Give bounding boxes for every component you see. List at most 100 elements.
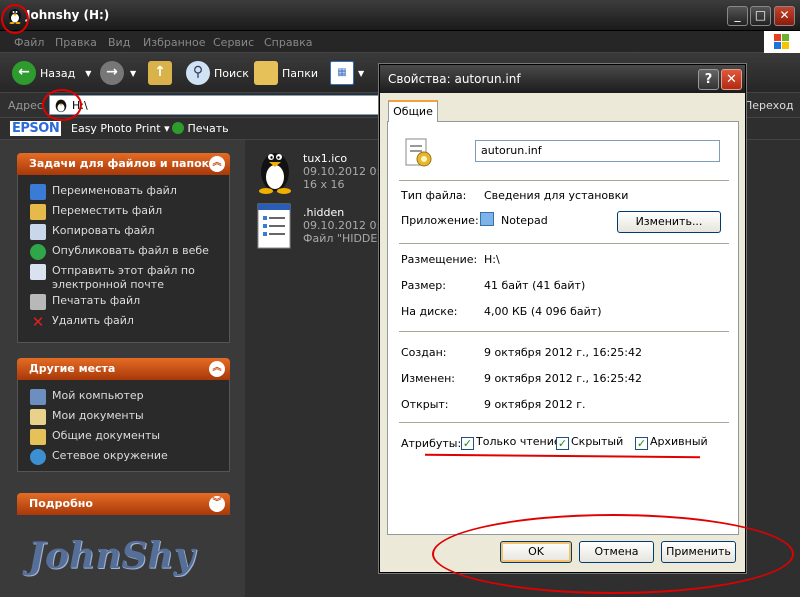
separator	[399, 180, 729, 181]
place-network[interactable]: Сетевое окружение	[30, 449, 168, 465]
place-label: Общие документы	[52, 429, 161, 442]
place-label: Сетевое окружение	[52, 449, 168, 462]
minimize-button[interactable]: _	[727, 6, 748, 26]
easy-photo-print-button[interactable]: Easy Photo Print ▾	[71, 122, 170, 135]
application-label: Приложение:	[401, 214, 479, 227]
up-folder-button[interactable]: ↑	[148, 61, 176, 85]
modified-label: Изменен:	[401, 372, 456, 385]
address-input[interactable]: H:\	[49, 95, 380, 115]
task-pane: Задачи для файлов и папок ︽ Переименоват…	[0, 140, 245, 597]
watermark: JohnShy	[28, 535, 195, 577]
search-button[interactable]: ⚲ Поиск	[186, 61, 249, 85]
folders-button[interactable]: Папки	[254, 61, 318, 85]
back-label: Назад	[40, 66, 76, 80]
archive-checkbox[interactable]: ✓ Архивный	[635, 435, 708, 450]
forward-arrow-icon: →	[100, 61, 124, 85]
size-on-disk-value: 4,00 КБ (4 096 байт)	[484, 305, 602, 318]
accessed-value: 9 октября 2012 г.	[484, 398, 586, 411]
dialog-close-button[interactable]: ✕	[721, 69, 742, 90]
views-icon: ▦	[330, 61, 354, 85]
tab-general-page: autorun.inf Тип файла: Сведения для уста…	[387, 121, 739, 535]
tab-general[interactable]: Общие	[388, 100, 438, 122]
file-item-tux[interactable]: tux1.ico 09.10.2012 0:0 16 x 16	[255, 142, 387, 197]
views-button[interactable]: ▦ ▼	[330, 61, 364, 85]
separator	[399, 243, 729, 244]
windows-flag-icon	[774, 34, 789, 49]
task-label: Отправить этот файл по электронной почте	[52, 264, 195, 291]
file-item-hidden[interactable]: .hidden 09.10.2012 0:0 Файл "HIDDEN"	[255, 202, 391, 255]
properties-dialog: Свойства: autorun.inf ? ✕ autorun.inf Ти…	[379, 64, 746, 573]
places-panel-header[interactable]: Другие места ︽	[17, 358, 230, 380]
file-type: Файл "HIDDEN"	[303, 232, 391, 245]
file-type-label: Тип файла:	[401, 189, 467, 202]
readonly-checkbox[interactable]: ✓ Только чтение	[461, 435, 561, 450]
maximize-button[interactable]: □	[750, 6, 771, 26]
places-panel-body: Мой компьютер Мои документы Общие докуме…	[17, 380, 230, 472]
filename-field[interactable]: autorun.inf	[475, 140, 720, 162]
computer-icon	[30, 389, 46, 405]
task-copy[interactable]: Копировать файл	[30, 224, 155, 240]
created-label: Создан:	[401, 346, 447, 359]
menu-view[interactable]: Вид	[108, 36, 130, 49]
details-panel-header[interactable]: Подробно ︾	[17, 493, 230, 515]
dialog-title: Свойства: autorun.inf	[388, 72, 521, 86]
annotation-circle-title-icon	[1, 4, 29, 34]
location-label: Размещение:	[401, 253, 478, 266]
chevron-up-icon[interactable]: ︽	[209, 156, 225, 172]
checkmark-icon: ✓	[461, 437, 474, 450]
go-button[interactable]: Переход	[744, 99, 794, 112]
print-button[interactable]: Печать	[172, 122, 229, 135]
file-date: 09.10.2012 0:0	[303, 219, 388, 232]
window-title: Johnshy (H:)	[26, 8, 110, 22]
back-arrow-icon: ←	[12, 61, 36, 85]
printer-icon	[30, 294, 46, 310]
easy-photo-print-label: Easy Photo Print	[71, 122, 161, 135]
menu-file[interactable]: Файл	[14, 36, 44, 49]
application-value: Notepad	[501, 214, 548, 227]
inf-file-icon	[405, 138, 432, 167]
attributes-label: Атрибуты:	[401, 437, 462, 450]
place-my-documents[interactable]: Мои документы	[30, 409, 144, 425]
menu-help[interactable]: Справка	[264, 36, 312, 49]
task-publish[interactable]: Опубликовать файл в вебе	[30, 244, 209, 260]
close-button[interactable]: ✕	[774, 6, 795, 26]
tasks-panel-header[interactable]: Задачи для файлов и папок ︽	[17, 153, 230, 175]
chevron-down-icon[interactable]: ︾	[209, 496, 225, 512]
modified-value: 9 октября 2012 г., 16:25:42	[484, 372, 642, 385]
task-delete[interactable]: ✕ Удалить файл	[30, 314, 134, 330]
print-label: Печать	[187, 122, 229, 135]
hidden-label: Скрытый	[571, 435, 624, 448]
change-button[interactable]: Изменить...	[617, 211, 721, 233]
back-button[interactable]: ← Назад ▼	[12, 61, 91, 85]
task-label: Переместить файл	[52, 204, 163, 217]
help-button[interactable]: ?	[698, 69, 719, 90]
email-icon	[30, 264, 46, 280]
menu-tools[interactable]: Сервис	[213, 36, 254, 49]
hidden-checkbox[interactable]: ✓ Скрытый	[556, 435, 623, 450]
size-value: 41 байт (41 байт)	[484, 279, 586, 292]
delete-x-icon: ✕	[31, 313, 45, 331]
task-label: Переименовать файл	[52, 184, 177, 197]
task-print[interactable]: Печатать файл	[30, 294, 140, 310]
size-on-disk-label: На диске:	[401, 305, 458, 318]
tasks-panel-title: Задачи для файлов и папок	[29, 157, 210, 170]
checkmark-icon: ✓	[635, 437, 648, 450]
task-rename[interactable]: Переименовать файл	[30, 184, 177, 200]
place-shared-documents[interactable]: Общие документы	[30, 429, 160, 445]
place-my-computer[interactable]: Мой компьютер	[30, 389, 144, 405]
move-icon	[30, 204, 46, 220]
documents-icon	[30, 409, 46, 425]
menu-edit[interactable]: Правка	[55, 36, 97, 49]
tux-icon	[259, 153, 291, 194]
forward-button[interactable]: → ▼	[100, 61, 136, 85]
file-date: 09.10.2012 0:0	[303, 165, 388, 178]
task-email[interactable]: Отправить этот файл по электронной почте	[30, 264, 215, 292]
task-label: Копировать файл	[52, 224, 155, 237]
shared-folder-icon	[30, 429, 46, 445]
task-move[interactable]: Переместить файл	[30, 204, 162, 220]
filename-value: autorun.inf	[481, 144, 542, 157]
accessed-label: Открыт:	[401, 398, 449, 411]
menu-favorites[interactable]: Избранное	[143, 36, 205, 49]
chevron-up-icon[interactable]: ︽	[209, 361, 225, 377]
separator	[399, 331, 729, 332]
